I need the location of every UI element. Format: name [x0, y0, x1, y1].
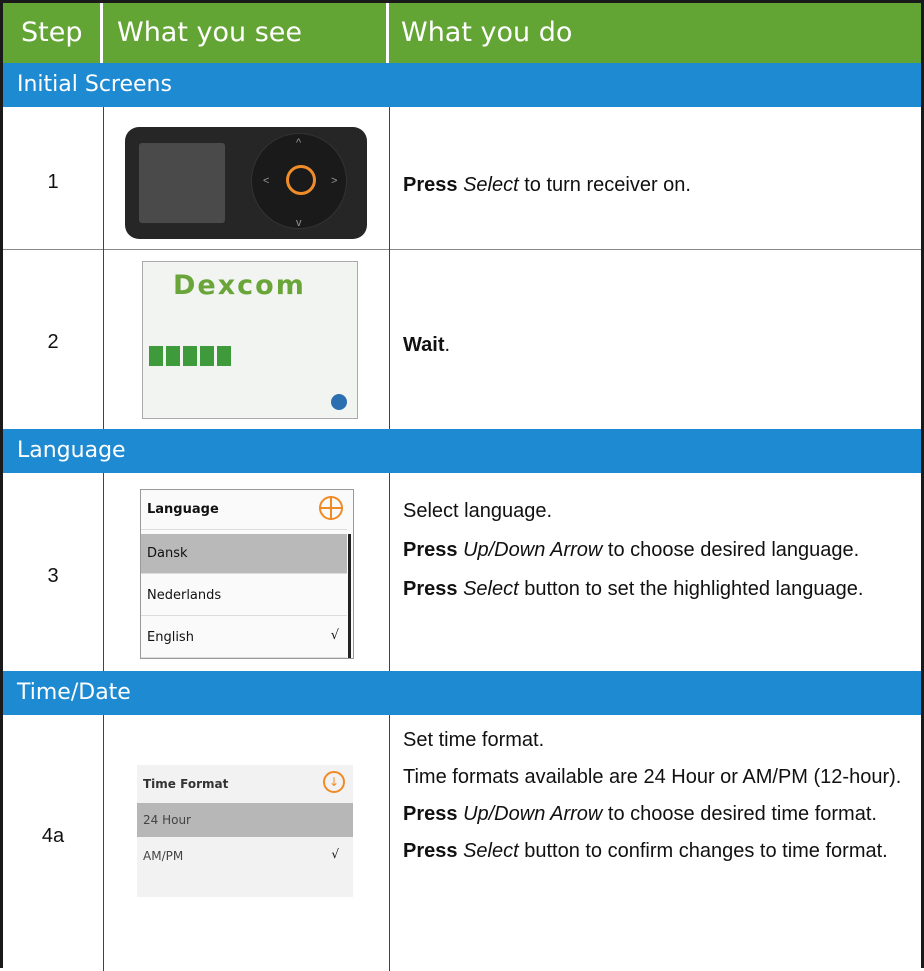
down-arrow-icon: v [296, 217, 302, 229]
time-format-option: 24 Hour [137, 803, 353, 837]
dexcom-startup-screen: Dexcom [142, 261, 358, 419]
step-1-instruction: Press Select to turn receiver on. [403, 173, 915, 198]
language-option: Nederlands [141, 576, 347, 616]
receiver-screen [139, 143, 225, 223]
instruction-paragraph: Press Select button to confirm changes t… [403, 839, 915, 864]
up-arrow-icon: ^ [296, 137, 302, 149]
instruction-table: Step What you see What you do Initial Sc… [0, 0, 924, 971]
column-divider [389, 715, 390, 971]
header-what-you-see: What you see [117, 17, 303, 48]
globe-icon [319, 496, 343, 520]
instruction-paragraph: Set time format. [403, 729, 545, 751]
table-header: Step What you see What you do [3, 3, 921, 63]
instruction-paragraph: Select language. [403, 500, 553, 522]
instruction-text: to choose desired language. [602, 539, 860, 561]
instruction-text: to choose desired time format. [602, 803, 877, 825]
column-divider [389, 473, 390, 671]
clock-icon: ↓ [323, 771, 345, 793]
step-4a-instruction: Set time format. Time formats available … [403, 728, 915, 878]
instruction-paragraph: Press Up/Down Arrow to choose desired ti… [403, 802, 915, 827]
step-number: 3 [47, 565, 59, 587]
step-number: 4a [41, 825, 65, 847]
instruction-text: button to set the highlighted language. [518, 578, 864, 600]
step-number: 2 [47, 331, 59, 353]
header-step: Step [21, 17, 83, 48]
column-divider [103, 715, 104, 971]
progress-bar [149, 346, 231, 366]
instruction-paragraph: Press Up/Down Arrow to choose desired la… [403, 538, 915, 563]
receiver-device-image: ^ v < > [125, 127, 367, 239]
language-screen: Language Dansk Nederlands English √ [140, 489, 354, 659]
checkmark-icon: √ [330, 628, 339, 643]
step-3-instruction: Select language. Press Up/Down Arrow to … [403, 499, 915, 616]
column-divider [389, 107, 390, 429]
time-format-screen: Time Format ↓ 24 Hour AM/PM √ [137, 765, 353, 897]
select-label: Select [463, 840, 519, 862]
language-option: Dansk [141, 534, 347, 574]
instruction-text: to turn receiver on. [518, 174, 691, 196]
column-divider [103, 107, 104, 429]
press-label: Press [403, 578, 458, 600]
section-time-date: Time/Date [3, 671, 921, 715]
instruction-paragraph: Press Select button to set the highlight… [403, 577, 915, 602]
checkmark-icon: √ [331, 847, 339, 861]
left-arrow-icon: < [263, 175, 270, 187]
step-2-instruction: Wait. [403, 333, 915, 358]
section-language: Language [3, 429, 921, 473]
row-divider [3, 249, 921, 250]
press-label: Press [403, 803, 458, 825]
scrollbar [348, 534, 351, 658]
header-divider [100, 3, 103, 63]
arrow-label: Up/Down Arrow [463, 539, 603, 561]
language-option: English [141, 618, 347, 658]
step-number: 1 [47, 171, 59, 193]
press-label: Press [403, 539, 458, 561]
navigation-icon [331, 394, 347, 410]
instruction-text: button to confirm changes to time format… [518, 840, 888, 862]
select-button-icon [286, 165, 316, 195]
period: . [444, 334, 451, 356]
time-format-option: AM/PM [143, 849, 184, 863]
section-initial-screens: Initial Screens [3, 63, 921, 107]
arrow-label: Up/Down Arrow [463, 803, 603, 825]
time-format-title: Time Format [143, 777, 229, 791]
press-label: Press [403, 840, 458, 862]
column-divider [103, 473, 104, 671]
select-label: Select [463, 578, 519, 600]
right-arrow-icon: > [331, 175, 338, 187]
instruction-paragraph: Time formats available are 24 Hour or AM… [403, 766, 902, 788]
language-screen-title: Language [141, 490, 347, 530]
wait-label: Wait [403, 334, 445, 356]
press-label: Press [403, 174, 458, 196]
header-divider [386, 3, 389, 63]
dexcom-logo: Dexcom [173, 270, 306, 301]
header-what-you-do: What you do [401, 17, 573, 48]
select-label: Select [463, 174, 519, 196]
